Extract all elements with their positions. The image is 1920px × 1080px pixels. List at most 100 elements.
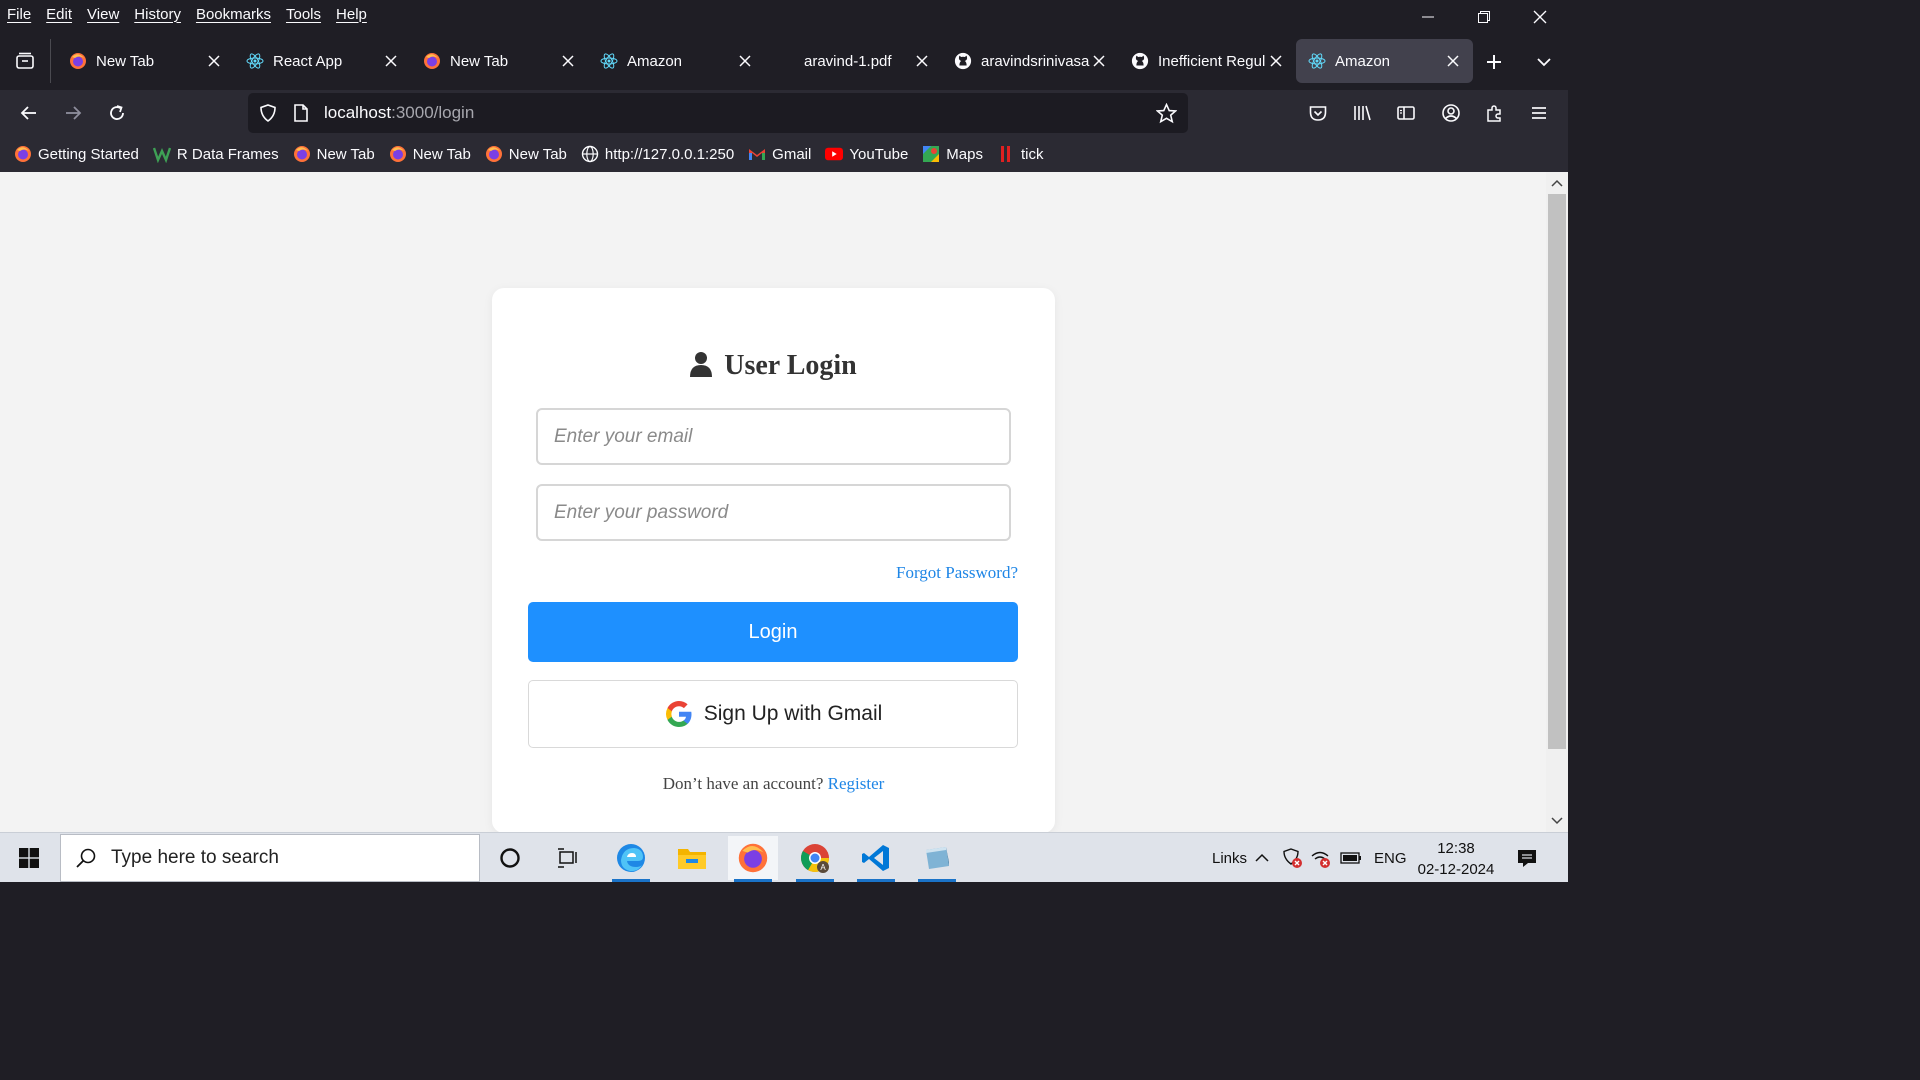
gmail-signup-button[interactable]: Sign Up with Gmail (528, 680, 1018, 748)
bookmark-new-tab-2[interactable]: New Tab (389, 145, 471, 163)
taskbar-edge[interactable] (606, 836, 656, 882)
scroll-down-icon[interactable] (1549, 813, 1565, 829)
bookmark-getting-started[interactable]: Getting Started (14, 145, 139, 163)
taskbar-firefox[interactable] (728, 836, 778, 882)
close-icon[interactable] (560, 53, 576, 69)
tab-github-2[interactable]: Inefficient Regul (1119, 39, 1296, 83)
navigation-toolbar: localhost:3000/login (0, 90, 1568, 136)
network-icon (1311, 851, 1330, 868)
tray-battery[interactable] (1340, 833, 1362, 883)
minimize-button[interactable] (1400, 0, 1456, 34)
tray-security[interactable] (1281, 833, 1303, 883)
close-icon[interactable] (1268, 53, 1284, 69)
close-window-button[interactable] (1512, 0, 1568, 34)
shield-icon[interactable] (258, 103, 278, 123)
restore-button[interactable] (1456, 0, 1512, 34)
bookmark-label: New Tab (316, 145, 375, 163)
email-input[interactable] (536, 408, 1011, 465)
folder-icon (678, 849, 706, 869)
close-icon[interactable] (1445, 53, 1461, 69)
taskbar-search-box[interactable]: Type here to search (60, 834, 480, 882)
bookmark-localhost[interactable]: http://127.0.0.1:250 (581, 145, 734, 163)
tray-overflow[interactable] (1254, 833, 1270, 883)
action-center-button[interactable] (1516, 833, 1538, 883)
bookmark-maps[interactable]: Maps (922, 145, 983, 163)
vscode-icon (862, 845, 889, 871)
tab-pdf[interactable]: aravind-1.pdf (765, 39, 942, 83)
tab-new-tab-2[interactable]: New Tab (411, 39, 588, 83)
user-icon (690, 352, 713, 377)
links-toolbar[interactable]: Links (1212, 833, 1247, 883)
search-placeholder: Type here to search (111, 847, 279, 868)
scrollbar-thumb[interactable] (1548, 194, 1566, 749)
extensions-button[interactable] (1479, 97, 1511, 129)
taskbar-file-explorer[interactable] (667, 836, 717, 880)
minimize-icon (1422, 16, 1434, 18)
bookmark-label: New Tab (412, 145, 471, 163)
url-bar[interactable]: localhost:3000/login (248, 93, 1188, 133)
taskbar-vscode[interactable] (851, 836, 901, 882)
search-icon (76, 848, 96, 868)
close-icon[interactable] (1091, 53, 1107, 69)
close-icon[interactable] (737, 53, 753, 69)
tab-title: New Tab (96, 52, 155, 70)
reload-button[interactable] (101, 97, 133, 129)
tab-title: aravind-1.pdf (804, 52, 892, 70)
tray-network[interactable] (1310, 833, 1332, 883)
start-button[interactable] (0, 833, 58, 883)
close-icon[interactable] (383, 53, 399, 69)
bookmark-new-tab-1[interactable]: New Tab (293, 145, 375, 163)
pocket-button[interactable] (1302, 97, 1334, 129)
bookmark-youtube[interactable]: YouTube (825, 145, 908, 163)
bookmark-r-data-frames[interactable]: R Data Frames (152, 145, 279, 163)
sidebar-button[interactable] (1390, 97, 1422, 129)
menu-bookmarks[interactable]: Bookmarks (196, 6, 271, 23)
tab-react-app[interactable]: React App (234, 39, 411, 83)
page-icon[interactable] (292, 103, 310, 123)
tray-language[interactable]: ENG (1374, 833, 1407, 883)
menu-edit[interactable]: Edit (46, 6, 72, 23)
gmail-icon (748, 145, 766, 163)
close-icon[interactable] (206, 53, 222, 69)
taskbar-app[interactable] (912, 836, 962, 882)
bookmark-new-tab-3[interactable]: New Tab (485, 145, 567, 163)
library-button[interactable] (1346, 97, 1378, 129)
account-button[interactable] (1435, 97, 1467, 129)
menu-history[interactable]: History (134, 6, 181, 23)
new-tab-button[interactable] (1478, 46, 1510, 78)
forward-button[interactable] (57, 97, 89, 129)
bookmark-gmail[interactable]: Gmail (748, 145, 811, 163)
login-button[interactable]: Login (528, 602, 1018, 662)
restore-icon (1478, 11, 1490, 23)
menu-tools[interactable]: Tools (286, 6, 321, 23)
taskbar-chrome[interactable]: A (790, 836, 840, 882)
password-input[interactable] (536, 484, 1011, 541)
menu-help[interactable]: Help (336, 6, 367, 23)
app-menu-button[interactable] (1523, 97, 1555, 129)
firefox-icon (485, 145, 503, 163)
tab-github-1[interactable]: aravindsrinivasa (942, 39, 1119, 83)
tab-new-tab-1[interactable]: New Tab (57, 39, 234, 83)
bookmark-tick[interactable]: tick (997, 145, 1043, 163)
tick-icon (997, 145, 1015, 163)
menu-file[interactable]: File (7, 6, 31, 23)
back-button[interactable] (13, 97, 45, 129)
forgot-password-link[interactable]: Forgot Password? (896, 563, 1018, 583)
close-icon[interactable] (914, 53, 930, 69)
scroll-up-icon[interactable] (1549, 175, 1565, 191)
page-scrollbar[interactable] (1546, 172, 1568, 832)
register-link[interactable]: Register (828, 774, 885, 793)
url-text[interactable]: localhost:3000/login (324, 103, 474, 123)
menu-view[interactable]: View (87, 6, 119, 23)
firefox-view-button[interactable] (0, 38, 50, 84)
list-all-tabs-button[interactable] (1528, 46, 1560, 78)
tab-amazon-active[interactable]: Amazon (1296, 39, 1473, 83)
tab-amazon-1[interactable]: Amazon (588, 39, 765, 83)
clock[interactable]: 12:38 02-12-2024 (1412, 838, 1500, 880)
reload-icon (110, 105, 124, 120)
bookmark-label: Gmail (772, 145, 812, 163)
cortana-button[interactable] (485, 836, 535, 880)
star-icon[interactable] (1156, 103, 1177, 124)
task-view-button[interactable] (543, 836, 593, 880)
app-icon (926, 847, 949, 869)
